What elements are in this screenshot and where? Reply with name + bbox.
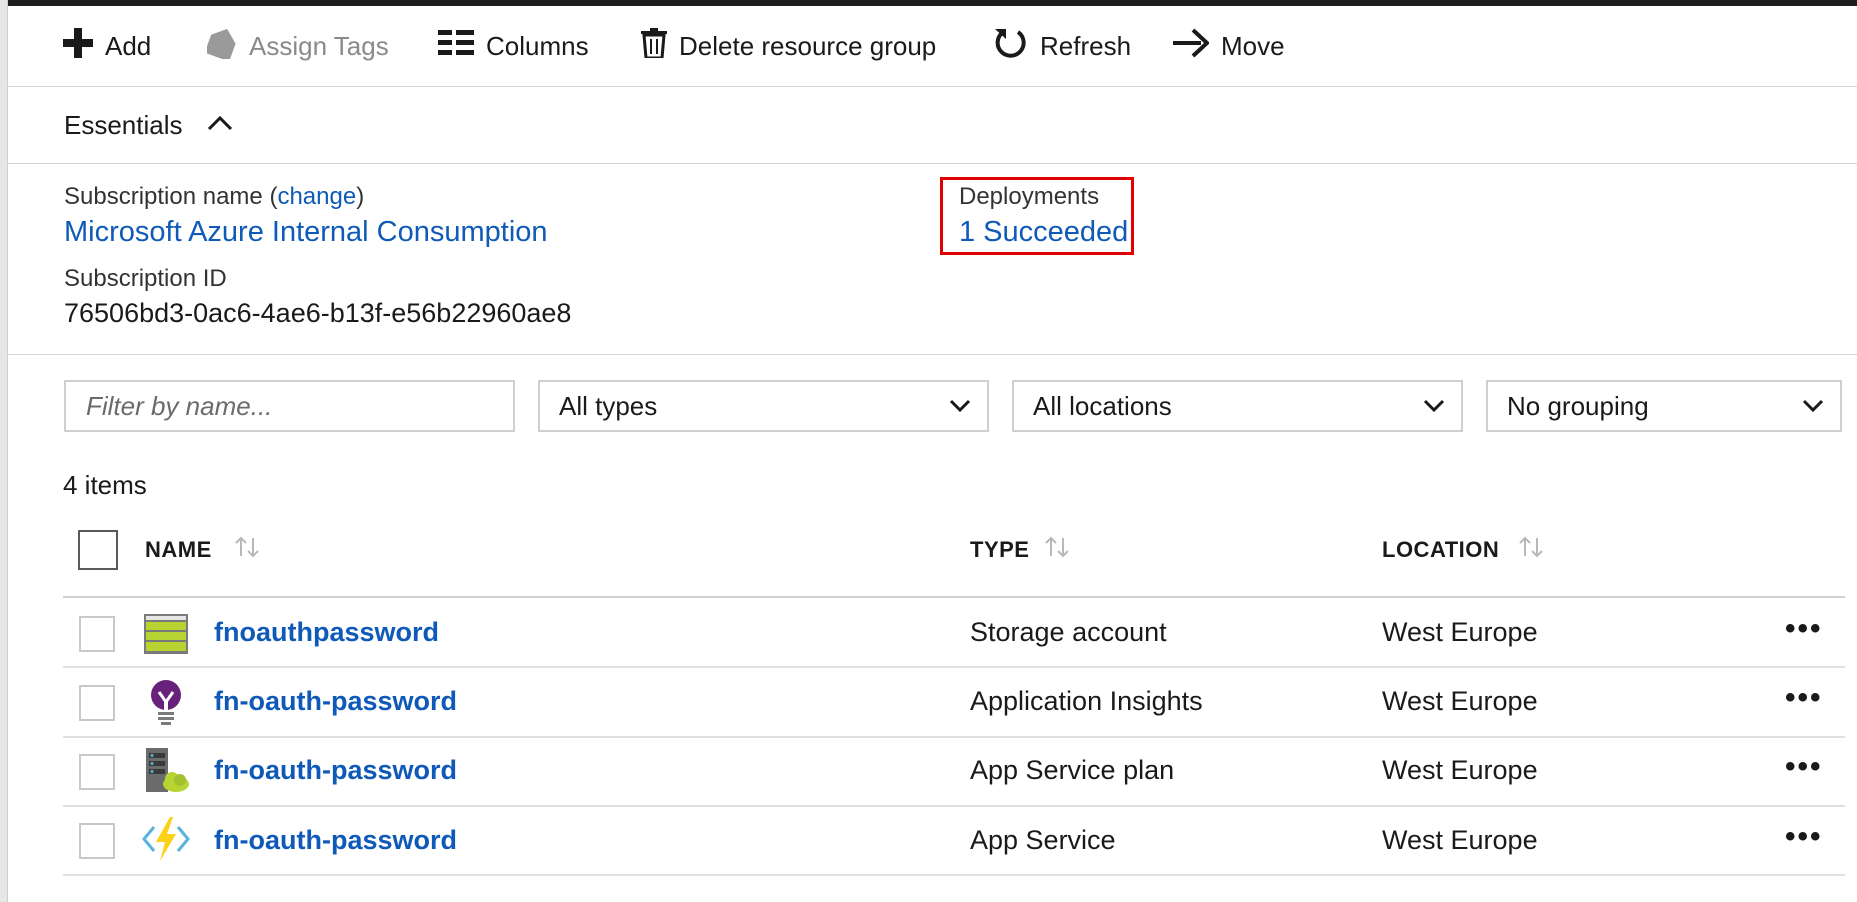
refresh-label: Refresh [1040,30,1132,61]
subscription-name-link[interactable]: Microsoft Azure Internal Consumption [64,216,548,249]
add-label: Add [105,30,152,61]
refresh-button[interactable]: Refresh [992,6,1131,86]
storage-account-icon [144,614,188,654]
column-header-location[interactable]: LOCATION [1382,530,1499,570]
sort-icon[interactable] [233,534,263,565]
row-checkbox[interactable] [79,754,115,790]
item-count: 4 items [63,470,147,500]
essentials-header[interactable]: Essentials [7,87,1857,164]
resource-location: West Europe [1382,617,1538,647]
filter-by-name-field[interactable] [64,380,515,432]
row-divider [63,736,1845,738]
column-header-type[interactable]: TYPE [970,530,1029,570]
application-insights-icon [151,680,181,725]
move-label: Move [1221,30,1285,61]
assign-tags-button[interactable]: Assign Tags [204,6,389,86]
chevron-up-icon[interactable] [207,111,233,142]
resource-name-link[interactable]: fn-oauth-password [214,755,457,786]
resource-type: App Service [970,825,1116,855]
app-service-plan-icon [146,748,189,792]
resource-name-link[interactable]: fn-oauth-password [214,686,457,717]
table-header-divider [63,596,1845,598]
delete-resource-group-button[interactable]: Delete resource group [641,6,936,86]
grouping-dropdown[interactable]: No grouping [1486,380,1842,432]
resource-location: West Europe [1382,686,1538,716]
grouping-dropdown-value: No grouping [1507,391,1649,421]
row-checkbox[interactable] [79,616,115,652]
resource-location: West Europe [1382,825,1538,855]
sort-icon[interactable] [1517,534,1547,565]
more-actions-button[interactable]: ••• [1785,750,1823,784]
add-button[interactable]: Add [63,6,151,86]
types-dropdown[interactable]: All types [538,380,989,432]
more-actions-button[interactable]: ••• [1785,820,1823,854]
row-divider [63,874,1845,876]
essentials-title: Essentials [64,109,183,140]
resource-name-link[interactable]: fn-oauth-password [214,825,457,856]
function-app-icon [142,817,190,861]
subscription-id-value: 76506bd3-0ac6-4ae6-b13f-e56b22960ae8 [64,298,572,328]
delete-resource-group-label: Delete resource group [679,30,937,61]
filter-by-name-input[interactable] [66,382,513,430]
column-header-name[interactable]: NAME [145,530,212,570]
arrow-right-icon [1173,28,1210,65]
assign-tags-label: Assign Tags [249,30,389,61]
locations-dropdown[interactable]: All locations [1012,380,1463,432]
row-checkbox[interactable] [79,685,115,721]
resource-type: Storage account [970,617,1167,647]
tag-icon [204,27,237,66]
subscription-id-label: Subscription ID [64,265,227,292]
change-link[interactable]: change [277,183,356,210]
resource-location: West Europe [1382,755,1538,785]
sort-icon[interactable] [1043,534,1073,565]
row-divider [63,666,1845,668]
chevron-down-icon [1423,396,1445,421]
resource-type: App Service plan [970,755,1175,785]
command-toolbar: Add Assign Tags Columns Delete resource … [7,6,1857,87]
chevron-down-icon [949,396,971,421]
columns-icon [438,29,474,63]
chevron-down-icon [1802,396,1824,421]
subscription-name-label: Subscription name (change) [64,183,365,210]
resource-type: Application Insights [970,686,1203,716]
row-divider [63,805,1845,807]
resource-name-link[interactable]: fnoauthpassword [214,617,439,648]
more-actions-button[interactable]: ••• [1785,681,1823,715]
row-checkbox[interactable] [79,823,115,859]
types-dropdown-value: All types [559,391,658,421]
columns-button[interactable]: Columns [438,6,589,86]
columns-label: Columns [486,30,589,61]
section-divider [7,354,1857,355]
more-actions-button[interactable]: ••• [1785,612,1823,646]
locations-dropdown-value: All locations [1033,391,1172,421]
trash-icon [641,27,667,65]
select-all-checkbox[interactable] [78,530,118,570]
refresh-icon [992,25,1028,68]
deployments-highlight-box [940,177,1134,255]
move-button[interactable]: Move [1173,6,1285,86]
plus-icon [63,27,93,65]
